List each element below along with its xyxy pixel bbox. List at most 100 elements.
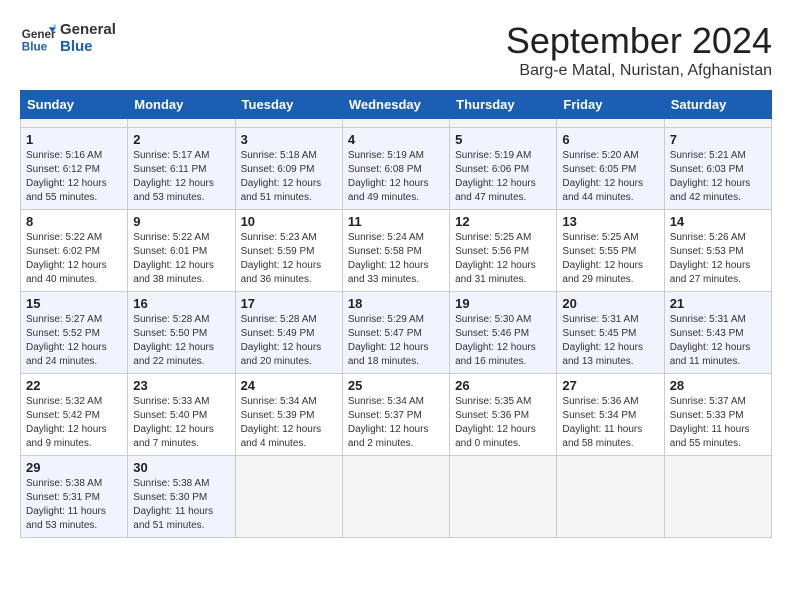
weekday-header: Sunday: [21, 91, 128, 119]
header: General Blue General Blue September 2024…: [20, 20, 772, 80]
day-number: 2: [133, 132, 229, 147]
day-info: Sunrise: 5:34 AMSunset: 5:39 PMDaylight:…: [241, 395, 337, 451]
day-info: Sunrise: 5:38 AMSunset: 5:30 PMDaylight:…: [133, 477, 229, 533]
day-number: 29: [26, 460, 122, 475]
day-number: 21: [670, 296, 766, 311]
day-cell: 3 Sunrise: 5:18 AMSunset: 6:09 PMDaylight…: [235, 128, 342, 210]
empty-day-cell: [557, 456, 664, 538]
calendar-week-row: 29 Sunrise: 5:38 AMSunset: 5:31 PMDayligh…: [21, 456, 772, 538]
day-cell: 4Sunrise: 5:19 AMSunset: 6:08 PMDaylight…: [342, 128, 449, 210]
day-cell: 10Sunrise: 5:23 AMSunset: 5:59 PMDayligh…: [235, 210, 342, 292]
day-info: Sunrise: 5:28 AMSunset: 5:50 PMDaylight:…: [133, 313, 229, 369]
day-info: Sunrise: 5:35 AMSunset: 5:36 PMDaylight:…: [455, 395, 551, 451]
day-info: Sunrise: 5:30 AMSunset: 5:46 PMDaylight:…: [455, 313, 551, 369]
day-number: 25: [348, 378, 444, 393]
day-cell: 21 Sunrise: 5:31 AMSunset: 5:43 PMDayligh…: [664, 292, 771, 374]
day-cell: 6 Sunrise: 5:20 AMSunset: 6:05 PMDaylight…: [557, 128, 664, 210]
day-cell: 26 Sunrise: 5:35 AMSunset: 5:36 PMDayligh…: [450, 374, 557, 456]
day-number: 5: [455, 132, 551, 147]
day-number: 17: [241, 296, 337, 311]
day-number: 11: [348, 214, 444, 229]
day-info: Sunrise: 5:18 AMSunset: 6:09 PMDaylight:…: [241, 149, 337, 205]
weekday-header: Monday: [128, 91, 235, 119]
day-info: Sunrise: 5:29 AMSunset: 5:47 PMDaylight:…: [348, 313, 444, 369]
day-number: 20: [562, 296, 658, 311]
day-cell: 23Sunrise: 5:33 AMSunset: 5:40 PMDayligh…: [128, 374, 235, 456]
title-area: September 2024 Barg-e Matal, Nuristan, A…: [506, 20, 772, 80]
logo-text-line1: General: [60, 21, 116, 38]
day-info: Sunrise: 5:17 AMSunset: 6:11 PMDaylight:…: [133, 149, 229, 205]
day-cell: 24Sunrise: 5:34 AMSunset: 5:39 PMDayligh…: [235, 374, 342, 456]
day-info: Sunrise: 5:27 AMSunset: 5:52 PMDaylight:…: [26, 313, 122, 369]
calendar-week-row: 15 Sunrise: 5:27 AMSunset: 5:52 PMDayligh…: [21, 292, 772, 374]
day-info: Sunrise: 5:19 AMSunset: 6:08 PMDaylight:…: [348, 149, 444, 205]
day-number: 10: [241, 214, 337, 229]
day-info: Sunrise: 5:19 AMSunset: 6:06 PMDaylight:…: [455, 149, 551, 205]
day-cell: 15 Sunrise: 5:27 AMSunset: 5:52 PMDayligh…: [21, 292, 128, 374]
month-title: September 2024: [506, 20, 772, 62]
weekday-header: Wednesday: [342, 91, 449, 119]
day-info: Sunrise: 5:16 AMSunset: 6:12 PMDaylight:…: [26, 149, 122, 205]
day-info: Sunrise: 5:25 AMSunset: 5:55 PMDaylight:…: [562, 231, 658, 287]
day-info: Sunrise: 5:38 AMSunset: 5:31 PMDaylight:…: [26, 477, 122, 533]
day-cell: 1Sunrise: 5:16 AMSunset: 6:12 PMDaylight…: [21, 128, 128, 210]
day-info: Sunrise: 5:28 AMSunset: 5:49 PMDaylight:…: [241, 313, 337, 369]
day-cell: 14Sunrise: 5:26 AMSunset: 5:53 PMDayligh…: [664, 210, 771, 292]
day-info: Sunrise: 5:31 AMSunset: 5:43 PMDaylight:…: [670, 313, 766, 369]
calendar-week-row: 1Sunrise: 5:16 AMSunset: 6:12 PMDaylight…: [21, 128, 772, 210]
logo: General Blue General Blue: [20, 20, 116, 56]
day-number: 16: [133, 296, 229, 311]
empty-day-cell: [342, 119, 449, 128]
location-title: Barg-e Matal, Nuristan, Afghanistan: [506, 62, 772, 80]
logo-icon: General Blue: [20, 20, 56, 56]
day-info: Sunrise: 5:24 AMSunset: 5:58 PMDaylight:…: [348, 231, 444, 287]
empty-day-cell: [128, 119, 235, 128]
day-info: Sunrise: 5:22 AMSunset: 6:02 PMDaylight:…: [26, 231, 122, 287]
day-cell: 16 Sunrise: 5:28 AMSunset: 5:50 PMDayligh…: [128, 292, 235, 374]
empty-day-cell: [342, 456, 449, 538]
empty-day-cell: [664, 456, 771, 538]
day-cell: 5 Sunrise: 5:19 AMSunset: 6:06 PMDaylight…: [450, 128, 557, 210]
day-number: 22: [26, 378, 122, 393]
day-number: 23: [133, 378, 229, 393]
day-info: Sunrise: 5:37 AMSunset: 5:33 PMDaylight:…: [670, 395, 766, 451]
day-info: Sunrise: 5:26 AMSunset: 5:53 PMDaylight:…: [670, 231, 766, 287]
day-number: 15: [26, 296, 122, 311]
weekday-header: Tuesday: [235, 91, 342, 119]
day-cell: 13Sunrise: 5:25 AMSunset: 5:55 PMDayligh…: [557, 210, 664, 292]
day-cell: 8Sunrise: 5:22 AMSunset: 6:02 PMDaylight…: [21, 210, 128, 292]
day-cell: 18 Sunrise: 5:29 AMSunset: 5:47 PMDayligh…: [342, 292, 449, 374]
day-number: 19: [455, 296, 551, 311]
day-number: 3: [241, 132, 337, 147]
day-number: 26: [455, 378, 551, 393]
logo-text-line2: Blue: [60, 38, 116, 55]
calendar-week-row: [21, 119, 772, 128]
day-cell: 27Sunrise: 5:36 AMSunset: 5:34 PMDayligh…: [557, 374, 664, 456]
day-cell: 30Sunrise: 5:38 AMSunset: 5:30 PMDayligh…: [128, 456, 235, 538]
calendar-week-row: 8Sunrise: 5:22 AMSunset: 6:02 PMDaylight…: [21, 210, 772, 292]
day-info: Sunrise: 5:34 AMSunset: 5:37 PMDaylight:…: [348, 395, 444, 451]
empty-day-cell: [235, 119, 342, 128]
empty-day-cell: [557, 119, 664, 128]
day-info: Sunrise: 5:20 AMSunset: 6:05 PMDaylight:…: [562, 149, 658, 205]
empty-day-cell: [21, 119, 128, 128]
day-info: Sunrise: 5:32 AMSunset: 5:42 PMDaylight:…: [26, 395, 122, 451]
day-cell: 7Sunrise: 5:21 AMSunset: 6:03 PMDaylight…: [664, 128, 771, 210]
day-info: Sunrise: 5:21 AMSunset: 6:03 PMDaylight:…: [670, 149, 766, 205]
day-number: 9: [133, 214, 229, 229]
day-cell: 19 Sunrise: 5:30 AMSunset: 5:46 PMDayligh…: [450, 292, 557, 374]
empty-day-cell: [664, 119, 771, 128]
day-number: 6: [562, 132, 658, 147]
weekday-header: Saturday: [664, 91, 771, 119]
day-cell: 29 Sunrise: 5:38 AMSunset: 5:31 PMDayligh…: [21, 456, 128, 538]
day-number: 18: [348, 296, 444, 311]
weekday-header-row: SundayMondayTuesdayWednesdayThursdayFrid…: [21, 91, 772, 119]
day-cell: 2 Sunrise: 5:17 AMSunset: 6:11 PMDaylight…: [128, 128, 235, 210]
day-cell: 17 Sunrise: 5:28 AMSunset: 5:49 PMDayligh…: [235, 292, 342, 374]
empty-day-cell: [235, 456, 342, 538]
svg-text:Blue: Blue: [22, 41, 48, 54]
day-info: Sunrise: 5:25 AMSunset: 5:56 PMDaylight:…: [455, 231, 551, 287]
weekday-header: Thursday: [450, 91, 557, 119]
day-info: Sunrise: 5:22 AMSunset: 6:01 PMDaylight:…: [133, 231, 229, 287]
day-info: Sunrise: 5:31 AMSunset: 5:45 PMDaylight:…: [562, 313, 658, 369]
